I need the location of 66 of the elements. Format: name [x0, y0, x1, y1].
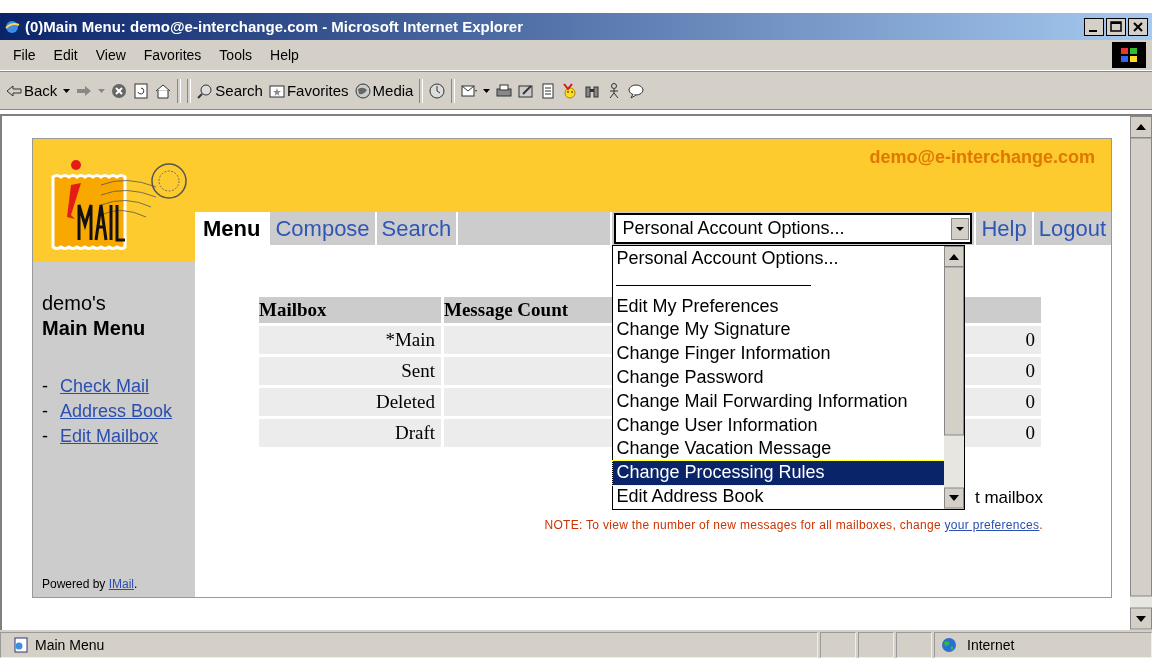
table-cell: Sent: [259, 357, 441, 385]
note-text: NOTE: To view the number of new messages for all mailboxes, change your preferences.: [543, 518, 1043, 532]
nav-link[interactable]: Help: [976, 212, 1032, 245]
table-cell: Deleted: [259, 388, 441, 416]
browser-icon: [4, 18, 20, 35]
sidebar-link[interactable]: Address Book: [60, 401, 173, 422]
edit-icon[interactable]: [518, 82, 535, 99]
window-title: (0)Main Menu: demo@e-interchange.com - Microsoft Internet Explorer: [25, 18, 525, 35]
account-options-select[interactable]: Personal Account Options...: [614, 213, 973, 244]
zone-text: Internet: [967, 637, 1015, 653]
sidebar-heading: Main Menu: [42, 317, 147, 340]
favorites-button[interactable]: Favorites: [268, 82, 349, 99]
menu-item[interactable]: View: [86, 47, 135, 63]
dropdown-option[interactable]: Edit My Preferences: [613, 294, 945, 319]
powered-by-text: Powered by IMail.: [42, 577, 139, 591]
maximize-icon[interactable]: [1106, 17, 1126, 36]
search-icon: [197, 82, 214, 99]
back-arrow-icon: [6, 82, 22, 99]
media-button[interactable]: Media: [354, 82, 414, 99]
minimize-icon[interactable]: [1084, 17, 1104, 36]
list-bullet: -: [42, 401, 48, 422]
dropdown-option[interactable]: Change Processing Rules: [613, 461, 945, 485]
close-icon[interactable]: [1128, 17, 1148, 36]
back-button[interactable]: Back: [6, 82, 58, 99]
status-text: Main Menu: [35, 637, 105, 653]
menu-item[interactable]: Help: [261, 47, 308, 63]
globe-icon: [941, 637, 957, 653]
document-icon[interactable]: [540, 82, 557, 99]
envelope-icon[interactable]: [461, 82, 478, 99]
owner-label: demo's: [42, 292, 107, 315]
nav-link[interactable]: Logout: [1033, 212, 1111, 245]
column-header: Mailbox: [259, 297, 441, 323]
menu-item[interactable]: Favorites: [134, 47, 211, 63]
sidebar-link[interactable]: Check Mail: [60, 376, 150, 397]
printer-icon[interactable]: [496, 82, 513, 99]
search-button[interactable]: Search: [197, 82, 263, 99]
flag-icon: [1119, 46, 1139, 64]
table-cell: *Main: [259, 326, 441, 354]
account-email: demo@e-interchange.com: [869, 147, 1095, 168]
refresh-icon[interactable]: [133, 82, 150, 99]
imail-link[interactable]: IMail: [108, 577, 135, 591]
table-cell: Draft: [259, 419, 441, 447]
dropdown-caret-icon[interactable]: [63, 88, 71, 93]
stop-icon[interactable]: [111, 82, 128, 99]
dropdown-option[interactable]: Personal Account Options...: [613, 247, 945, 271]
smiley-icon[interactable]: [562, 82, 579, 99]
speech-bubble-icon[interactable]: [628, 82, 645, 99]
home-icon[interactable]: [155, 82, 172, 99]
status-panel: [858, 632, 894, 658]
nav-tab[interactable]: Search: [376, 212, 457, 245]
list-bullet: -: [42, 426, 48, 447]
sidebar-link[interactable]: Edit Mailbox: [60, 426, 159, 447]
status-panel: [820, 632, 856, 658]
menu-item[interactable]: Edit: [44, 47, 87, 63]
globe-icon: [354, 82, 371, 99]
list-bullet: -: [42, 376, 48, 397]
dropdown-caret-icon[interactable]: [483, 88, 491, 93]
page-icon: [13, 637, 29, 653]
star-folder-icon: [268, 82, 285, 99]
clock-icon[interactable]: [429, 82, 446, 99]
dropdown-option[interactable]: Edit Address Book: [613, 484, 945, 509]
nav-tab[interactable]: Compose: [270, 212, 375, 245]
mailbox-note: t mailbox: [974, 488, 1043, 509]
menu-item[interactable]: File: [4, 47, 45, 63]
status-panel: [896, 632, 932, 658]
menu-item[interactable]: Tools: [210, 47, 262, 63]
